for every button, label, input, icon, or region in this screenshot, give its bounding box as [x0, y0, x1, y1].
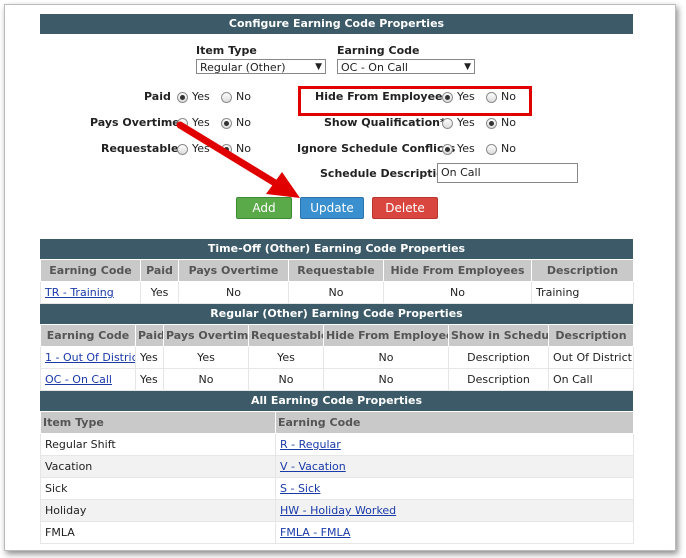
- annotation-arrow-icon: [176, 121, 300, 198]
